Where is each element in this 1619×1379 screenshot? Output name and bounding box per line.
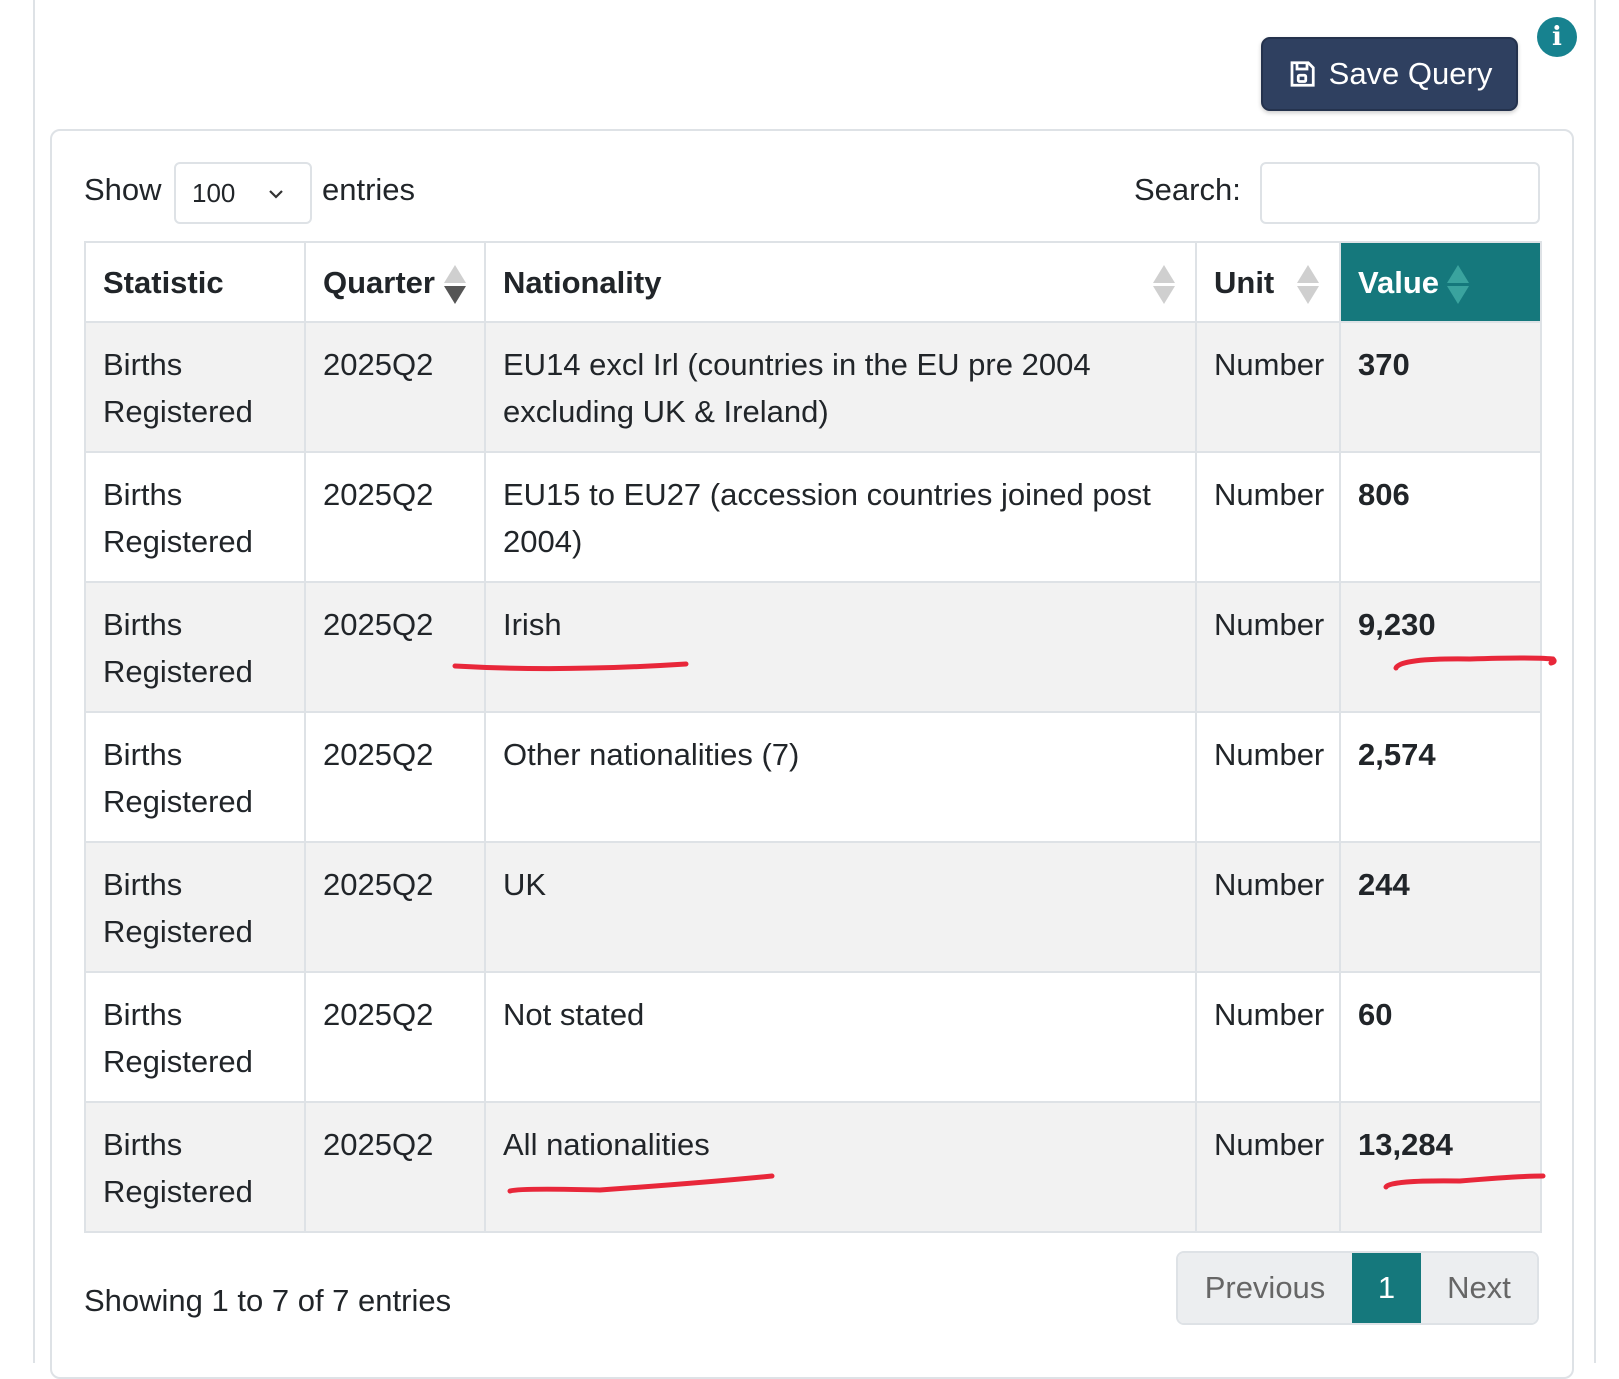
cell-unit: Number <box>1195 451 1341 583</box>
next-button[interactable]: Next <box>1421 1253 1537 1323</box>
table-row: Births Registered 2025Q2 UK Number 244 <box>84 841 1542 973</box>
cell-statistic: Births Registered <box>84 1101 306 1233</box>
cell-unit: Number <box>1195 581 1341 713</box>
info-icon[interactable]: i <box>1537 17 1577 57</box>
cell-unit: Number <box>1195 321 1341 453</box>
page-1-button[interactable]: 1 <box>1352 1253 1421 1323</box>
chevron-down-icon <box>269 190 283 199</box>
cell-statistic: Births Registered <box>84 581 306 713</box>
show-label: Show <box>84 172 162 207</box>
entries-length-value: 100 <box>192 177 236 208</box>
sort-desc-icon <box>444 265 466 305</box>
cell-value: 244 <box>1339 841 1542 973</box>
floppy-disk-icon <box>1290 61 1315 87</box>
sort-icon <box>1447 265 1469 305</box>
page-border-left <box>33 0 35 1363</box>
column-header-statistic[interactable]: Statistic <box>84 241 306 323</box>
cell-nationality: EU15 to EU27 (accession countries joined… <box>484 451 1197 583</box>
table-info: Showing 1 to 7 of 7 entries <box>84 1283 452 1318</box>
cell-value: 13,284 <box>1339 1101 1542 1233</box>
cell-quarter: 2025Q2 <box>304 321 486 453</box>
page-border-right <box>1594 0 1596 1363</box>
cell-nationality: Other nationalities (7) <box>484 711 1197 843</box>
column-header-unit[interactable]: Unit <box>1195 241 1341 323</box>
cell-quarter: 2025Q2 <box>304 711 486 843</box>
cell-statistic: Births Registered <box>84 711 306 843</box>
pagination: Previous 1 Next <box>1176 1251 1539 1325</box>
cell-nationality: All nationalities <box>484 1101 1197 1233</box>
column-header-nationality[interactable]: Nationality <box>484 241 1197 323</box>
cell-quarter: 2025Q2 <box>304 971 486 1103</box>
search-label: Search: <box>1134 172 1241 207</box>
data-table: Statistic Quarter Nationality Unit Value… <box>84 241 1542 1233</box>
cell-statistic: Births Registered <box>84 971 306 1103</box>
save-query-button[interactable]: Save Query <box>1261 37 1518 111</box>
cell-unit: Number <box>1195 841 1341 973</box>
cell-nationality: EU14 excl Irl (countries in the EU pre 2… <box>484 321 1197 453</box>
save-query-label: Save Query <box>1328 56 1493 91</box>
table-row: Births Registered 2025Q2 EU15 to EU27 (a… <box>84 451 1542 583</box>
cell-value: 9,230 <box>1339 581 1542 713</box>
cell-quarter: 2025Q2 <box>304 581 486 713</box>
search-input[interactable] <box>1260 162 1540 224</box>
previous-button[interactable]: Previous <box>1178 1253 1352 1323</box>
sort-icon <box>1297 265 1319 305</box>
cell-value: 60 <box>1339 971 1542 1103</box>
cell-value: 370 <box>1339 321 1542 453</box>
table-row: Births Registered 2025Q2 Irish Number 9,… <box>84 581 1542 713</box>
cell-nationality: UK <box>484 841 1197 973</box>
entries-length-select[interactable]: 100 <box>174 162 312 224</box>
table-row: Births Registered 2025Q2 Not stated Numb… <box>84 971 1542 1103</box>
cell-value: 806 <box>1339 451 1542 583</box>
table-header-row: Statistic Quarter Nationality Unit Value <box>84 241 1542 323</box>
column-header-value[interactable]: Value <box>1339 241 1542 323</box>
cell-unit: Number <box>1195 971 1341 1103</box>
cell-unit: Number <box>1195 711 1341 843</box>
cell-nationality: Not stated <box>484 971 1197 1103</box>
table-row: Births Registered 2025Q2 All nationaliti… <box>84 1101 1542 1233</box>
entries-label: entries <box>322 172 416 207</box>
cell-quarter: 2025Q2 <box>304 451 486 583</box>
cell-nationality: Irish <box>484 581 1197 713</box>
cell-statistic: Births Registered <box>84 841 306 973</box>
cell-quarter: 2025Q2 <box>304 1101 486 1233</box>
cell-statistic: Births Registered <box>84 451 306 583</box>
cell-unit: Number <box>1195 1101 1341 1233</box>
cell-quarter: 2025Q2 <box>304 841 486 973</box>
column-header-quarter[interactable]: Quarter <box>304 241 486 323</box>
cell-value: 2,574 <box>1339 711 1542 843</box>
sort-icon <box>1153 265 1175 305</box>
cell-statistic: Births Registered <box>84 321 306 453</box>
table-row: Births Registered 2025Q2 Other nationali… <box>84 711 1542 843</box>
table-row: Births Registered 2025Q2 EU14 excl Irl (… <box>84 321 1542 453</box>
